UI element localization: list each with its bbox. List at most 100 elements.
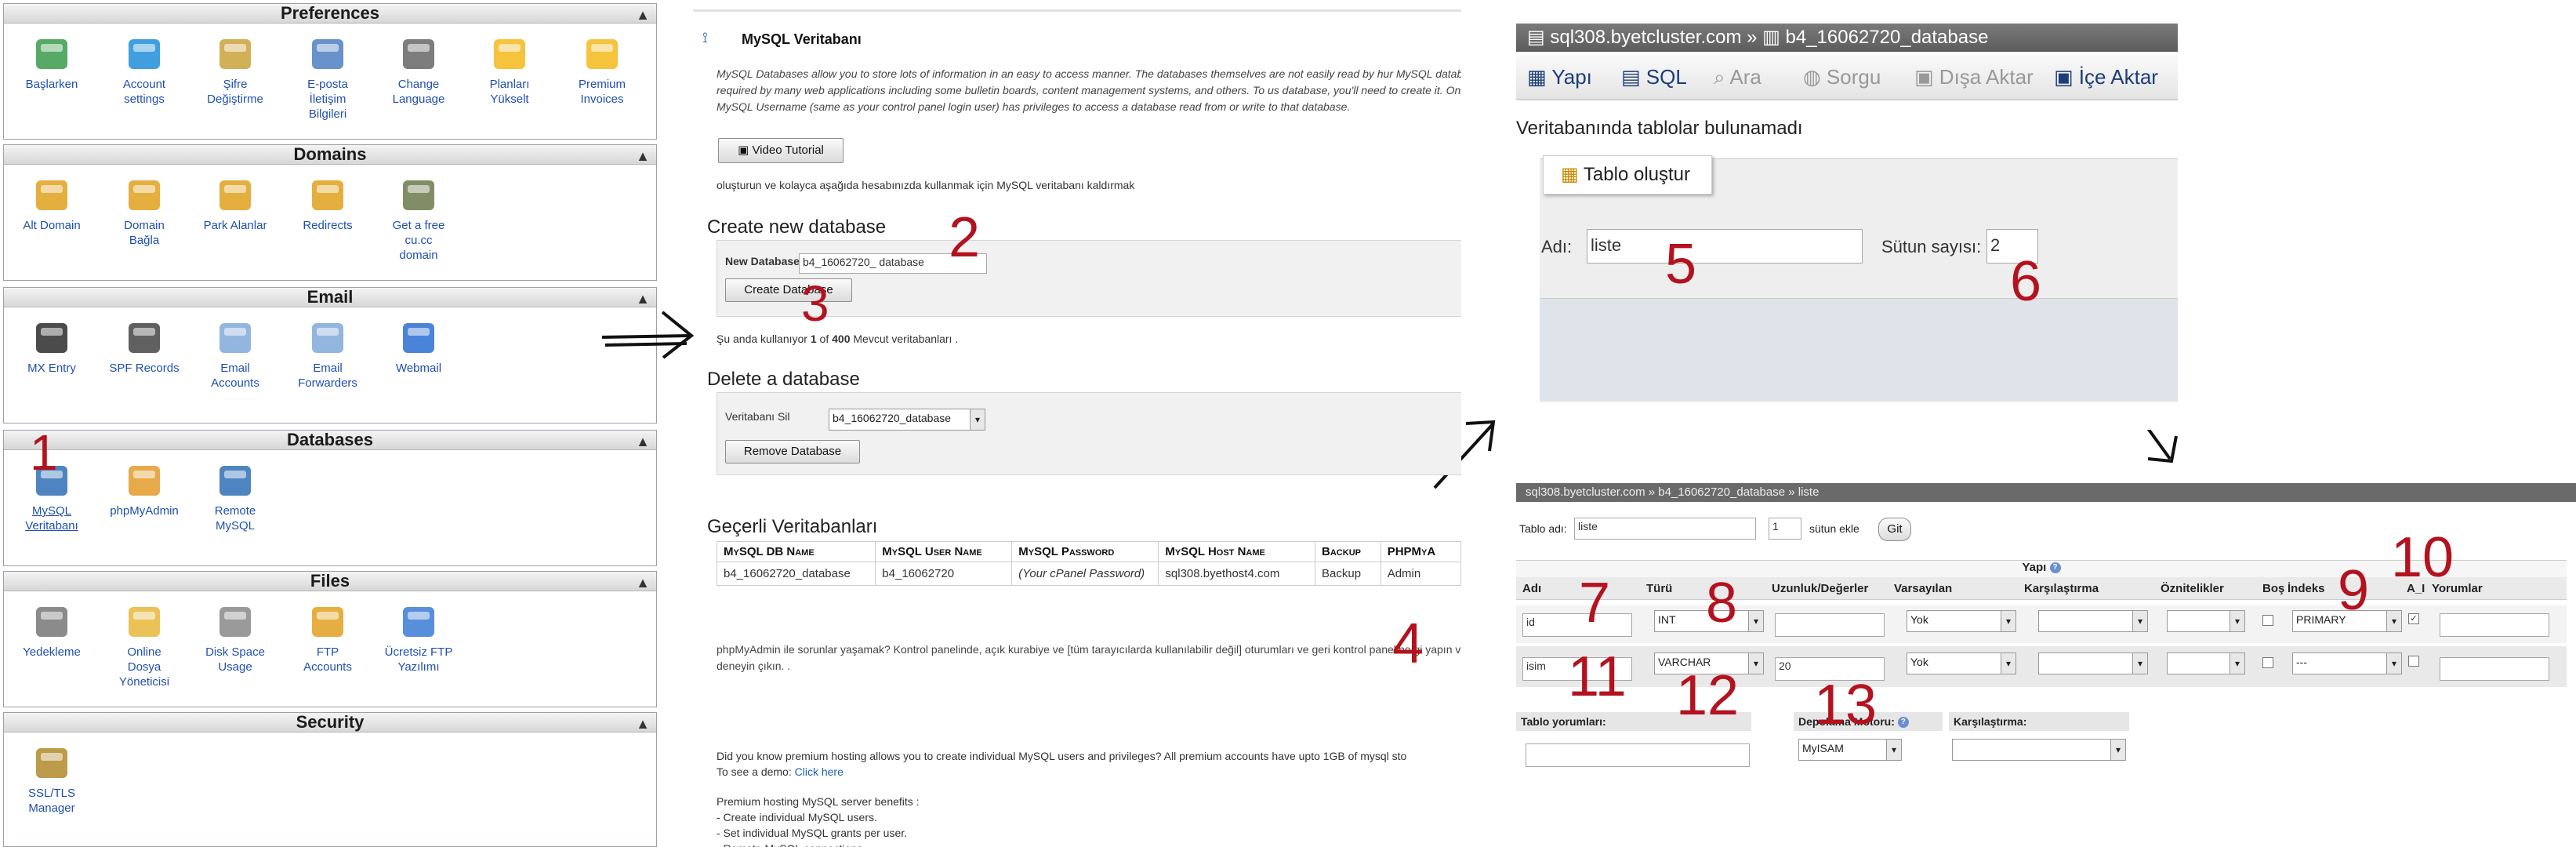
video-tutorial-button[interactable]: ▣ Video Tutorial (718, 138, 844, 163)
row1-type-value: INT (1658, 613, 1676, 626)
tab-sql-label: SQL (1645, 65, 1687, 89)
tab-ara-label: Ara (1729, 65, 1761, 89)
row2-index-select[interactable]: --- (2292, 653, 2402, 674)
delete-db-select[interactable]: b4_16062720_database (829, 409, 985, 431)
cell-db-name: b4_16062720_database (716, 562, 876, 586)
header-name: Adı (1522, 582, 1542, 595)
collation-select[interactable] (1952, 739, 2126, 761)
breadcrumb-2[interactable]: sql308.byetcluster.com » b4_16062720_dat… (1526, 485, 1819, 499)
premium-line-3: Premium hosting MySQL server benefits : (717, 795, 920, 808)
col-user-name: MySQL User Name (875, 541, 1013, 562)
tab-ara[interactable]: ⌕ Ara (1714, 63, 1761, 91)
fieldset-footer (1540, 298, 2178, 401)
pma-breadcrumb-bar-2: sql308.byetcluster.com » b4_16062720_dat… (1516, 483, 2576, 502)
tab-disa-aktar[interactable]: ▣ Dışa Aktar (1914, 63, 2034, 91)
panel-top-border (693, 9, 1461, 12)
delete-db-label: Veritabanı Sil (725, 410, 790, 423)
header-type: Türü (1646, 582, 1673, 595)
header-length: Uzunluk/Değerler (1772, 582, 1869, 595)
column-count-label: Sütun sayısı: (1881, 237, 1982, 256)
table-name-input[interactable]: liste (1587, 229, 1863, 264)
row1-length-input[interactable] (1775, 613, 1885, 637)
table-name-input-2[interactable]: liste (1574, 518, 1756, 540)
new-db-value: database (879, 256, 924, 268)
row2-collation-select[interactable] (2038, 653, 2148, 674)
premium-demo-label: To see a demo: (717, 765, 795, 778)
breadcrumb-server[interactable]: sql308.byetcluster.com » (1550, 27, 1762, 48)
export-icon: ▣ (1914, 65, 1939, 89)
phpmyadmin-create-panel: ▤ sql308.byetcluster.com » ▥ b4_16062720… (1516, 0, 2178, 430)
tab-sorgu-label: Sorgu (1826, 65, 1881, 89)
phpmyadmin-admin-link[interactable]: Admin (1380, 562, 1461, 586)
usage-pre: Şu anda kullanıyor (717, 333, 811, 345)
add-columns-input[interactable]: 1 (1769, 518, 1801, 540)
tab-ice-aktar-label: İçe Aktar (2078, 65, 2158, 89)
video-icon: ▣ (738, 144, 753, 157)
row2-null-checkbox[interactable] (2262, 657, 2273, 668)
backup-link[interactable]: Backup (1315, 562, 1381, 586)
col-db-name: MySQL DB Name (716, 541, 876, 562)
delete-db-heading: Delete a database (707, 369, 860, 390)
annotation-10: 10 (2391, 526, 2454, 589)
usage-text: Şu anda kullanıyor 1 of 400 Mevcut verit… (717, 333, 958, 345)
table-header-row: MySQL DB Name MySQL User Name MySQL Pass… (716, 541, 1461, 562)
tab-sorgu[interactable]: ◍ Sorgu (1803, 63, 1881, 91)
table-name-label-2: Tablo adı: (1519, 522, 1567, 535)
engine-select[interactable]: MyISAM (1798, 739, 1902, 761)
row2-ai-checkbox[interactable] (2408, 656, 2419, 667)
tab-sql[interactable]: ▤ SQL (1621, 63, 1687, 91)
row1-ai-checkbox[interactable]: ✓ (2408, 613, 2419, 624)
annotation-2: 2 (949, 206, 981, 269)
databases-table: MySQL DB Name MySQL User Name MySQL Pass… (716, 541, 1461, 586)
row1-name-input[interactable]: id (1522, 613, 1632, 637)
premium-line-5: - Set individual MySQL grants per user. (717, 827, 908, 839)
remove-database-button[interactable]: Remove Database (725, 440, 860, 463)
row1-collation-select[interactable] (2038, 610, 2148, 632)
structure-caption-label: Yapı (2022, 561, 2047, 574)
create-database-button[interactable]: Create Database (725, 278, 852, 302)
row1-default-select[interactable]: Yok (1907, 610, 2016, 632)
new-db-prefix: b4_16062720_ (803, 256, 876, 268)
row2-attributes-select[interactable] (2167, 653, 2245, 674)
col-password: MySQL Password (1011, 541, 1159, 562)
tab-yapi[interactable]: ▦ Yapı (1527, 63, 1592, 91)
annotation-8: 8 (1706, 572, 1738, 634)
video-tutorial-label: Video Tutorial (752, 144, 824, 157)
go-button[interactable]: Git (1878, 518, 1911, 541)
row1-attributes-select[interactable] (2167, 610, 2245, 632)
annotation-9: 9 (2338, 559, 2370, 622)
row1-comments-input[interactable] (2440, 613, 2549, 637)
table-comments-input[interactable] (1526, 743, 1750, 767)
new-db-label: New Database: (725, 255, 804, 267)
help-icon[interactable]: ? (2049, 562, 2061, 574)
header-attributes: Öznitelikler (2161, 582, 2224, 595)
row2-default-select[interactable]: Yok (1907, 653, 2016, 674)
table-comments-label: Tablo yorumları: (1521, 715, 1606, 728)
annotation-4: 4 (1392, 613, 1424, 675)
col-host: MySQL Host Name (1158, 541, 1316, 562)
mysql-logo-icon: ⟟ (702, 30, 708, 45)
cell-password: (Your cPanel Password) (1011, 562, 1159, 586)
import-icon: ▣ (2054, 65, 2079, 89)
arrow-1-icon (601, 311, 695, 359)
header-null: Boş (2262, 582, 2285, 595)
demo-link[interactable]: Click here (795, 765, 844, 778)
cell-host: sql308.byethost4.com (1158, 562, 1316, 586)
row1-null-checkbox[interactable] (2262, 615, 2273, 626)
table-row: b4_16062720_database b4_16062720 (Your c… (716, 562, 1461, 586)
create-table-label: Tablo oluştur (1583, 164, 1690, 185)
page-title: MySQL Veritabanı (742, 31, 862, 47)
engine-help-icon[interactable]: ? (1897, 717, 1909, 729)
header-default: Varsayılan (1894, 582, 1953, 595)
breadcrumb-db[interactable]: b4_16062720_database (1786, 27, 1989, 48)
query-icon: ◍ (1803, 65, 1827, 89)
row2-comments-input[interactable] (2440, 657, 2549, 681)
collation-label: Karşılaştırma: (1954, 715, 2027, 728)
usage-total: 400 (832, 333, 851, 345)
tab-ice-aktar[interactable]: ▣ İçe Aktar (2054, 63, 2158, 91)
current-db-heading: Geçerli Veritabanları (707, 516, 878, 537)
annotation-6: 6 (2010, 250, 2042, 313)
delete-db-box: Veritabanı Sil b4_16062720_database Remo… (717, 392, 1461, 475)
annotation-12: 12 (1676, 664, 1740, 727)
